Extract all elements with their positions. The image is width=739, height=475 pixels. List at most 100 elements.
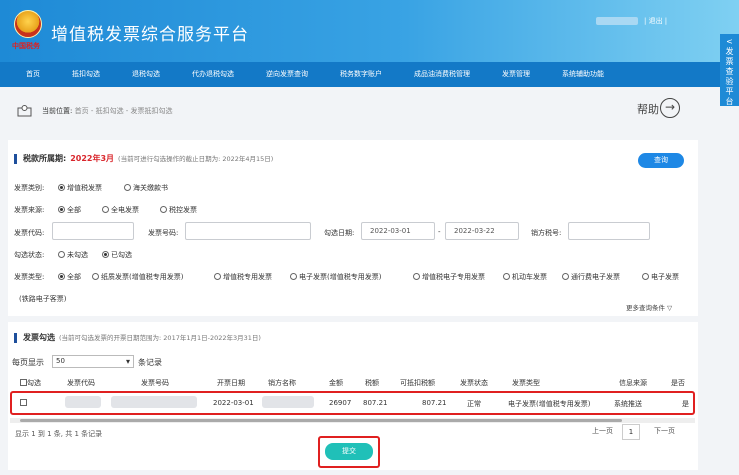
radio-label: 全部: [67, 273, 81, 281]
radio-status-selected[interactable]: 已勾选: [102, 250, 132, 260]
radio-icon[interactable]: [124, 184, 131, 191]
nav-home[interactable]: 首页: [10, 62, 56, 87]
emblem-text: 中国税务: [12, 41, 40, 50]
radio-label: 通行费电子发票: [571, 273, 620, 281]
radio-icon[interactable]: [562, 273, 569, 280]
invoice-code-redacted: [65, 396, 101, 408]
radio-label: 增值税专用发票: [223, 273, 272, 281]
radio-type-all[interactable]: 全部: [58, 272, 81, 282]
selection-hint: (当前可勾选发票的开票日期范围为: 2017年1月1日-2022年3月31日): [59, 334, 261, 342]
seller-tax-id-input[interactable]: [568, 222, 650, 240]
invoice-code-input[interactable]: [52, 222, 134, 240]
nav-tax-digital-account[interactable]: 税务数字账户: [324, 62, 398, 87]
radio-type-vehicle[interactable]: 机动车发票: [503, 272, 547, 282]
column-issue-date: 开票日期: [217, 379, 245, 387]
radio-label: 机动车发票: [512, 273, 547, 281]
radio-status-unselected[interactable]: 未勾选: [58, 250, 88, 260]
nav-refund-select[interactable]: 退税勾选: [116, 62, 176, 87]
date-end-input[interactable]: 2022-03-22: [445, 222, 519, 240]
nav-agent-refund-select[interactable]: 代办退税勾选: [176, 62, 250, 87]
radio-vat-invoice[interactable]: 增值税发票: [58, 183, 102, 193]
invoice-category-label: 发票类别:: [14, 184, 45, 192]
radio-icon[interactable]: [92, 273, 99, 280]
side-float-char: 查: [725, 67, 734, 76]
prev-page-button[interactable]: 上一页: [592, 426, 613, 436]
help-label[interactable]: 帮助: [637, 101, 659, 117]
radio-label: 已勾选: [111, 251, 132, 259]
column-info-source: 信息来源: [619, 379, 647, 387]
nav-invoice-management[interactable]: 发票管理: [486, 62, 546, 87]
location-icon: [17, 105, 32, 117]
radio-label: 全电发票: [111, 206, 139, 214]
radio-type-toll-electronic[interactable]: 通行费电子发票: [562, 272, 620, 282]
column-select[interactable]: 勾选: [20, 378, 41, 388]
tax-period-title: 税款所属期: 2022年3月 (当前可进行勾选操作的截止日期为: 2022年4月15…: [14, 154, 273, 164]
row-checkbox[interactable]: [20, 399, 27, 407]
column-flag: 是否: [671, 379, 685, 387]
invoice-type-overflow: (铁路电子客票): [19, 295, 67, 303]
cell-deductible-tax: 807.21: [422, 399, 447, 407]
next-page-button[interactable]: 下一页: [654, 426, 675, 436]
checkbox-icon[interactable]: [20, 399, 27, 406]
per-page-select[interactable]: 50: [52, 355, 134, 368]
radio-icon[interactable]: [58, 273, 65, 280]
scrollbar-thumb[interactable]: [20, 419, 622, 422]
column-seller-name: 销方名称: [268, 379, 296, 387]
breadcrumb-path[interactable]: 首页 - 抵扣勾选 - 发票抵扣勾选: [75, 107, 173, 115]
tax-period-label: 税款所属期:: [23, 154, 67, 163]
radio-source-full-electronic[interactable]: 全电发票: [102, 205, 139, 215]
radio-label: 未勾选: [67, 251, 88, 259]
column-deductible-tax: 可抵扣税额: [400, 379, 435, 387]
column-invoice-code: 发票代码: [67, 379, 95, 387]
radio-icon[interactable]: [102, 206, 109, 213]
nav-oil-tax[interactable]: 成品油消费税管理: [398, 62, 486, 87]
radio-source-all[interactable]: 全部: [58, 205, 81, 215]
radio-icon[interactable]: [290, 273, 297, 280]
submit-button[interactable]: 提交: [325, 443, 373, 460]
selection-title-text: 发票勾选: [23, 333, 55, 342]
radio-icon[interactable]: [413, 273, 420, 280]
nav-reverse-invoice-query[interactable]: 逆向发票查询: [250, 62, 324, 87]
radio-icon[interactable]: [160, 206, 167, 213]
app-header: 中国税务 增值税发票综合服务平台 | 退出 |: [0, 0, 739, 62]
query-button[interactable]: 查询: [638, 153, 684, 168]
radio-source-tax-control[interactable]: 税控发票: [160, 205, 197, 215]
invoice-number-input[interactable]: [185, 222, 311, 240]
radio-type-electronic-special[interactable]: 电子发票(增值税专用发票): [290, 272, 381, 282]
radio-icon[interactable]: [58, 184, 65, 191]
nav-deduction-select[interactable]: 抵扣勾选: [56, 62, 116, 87]
radio-icon[interactable]: [642, 273, 649, 280]
radio-icon[interactable]: [58, 251, 65, 258]
nav-system-tools[interactable]: 系统辅助功能: [546, 62, 620, 87]
date-separator: -: [438, 228, 441, 236]
tax-period-value: 2022年3月: [70, 154, 115, 163]
cell-flag: 是: [682, 400, 689, 408]
radio-icon[interactable]: [214, 273, 221, 280]
user-name-redacted: [596, 17, 638, 25]
radio-type-vat-special[interactable]: 增值税专用发票: [214, 272, 272, 282]
tax-emblem-icon: [14, 10, 42, 38]
select-all-checkbox[interactable]: [20, 379, 27, 386]
main-nav: 首页 抵扣勾选 退税勾选 代办退税勾选 逆向发票查询 税务数字账户 成品油消费税…: [0, 62, 739, 87]
radio-icon[interactable]: [503, 273, 510, 280]
radio-icon[interactable]: [58, 206, 65, 213]
radio-icon[interactable]: [102, 251, 109, 258]
radio-type-paper-special[interactable]: 纸质发票(增值税专用发票): [92, 272, 183, 282]
date-start-input[interactable]: 2022-03-01: [361, 222, 435, 240]
logout-link[interactable]: | 退出 |: [644, 16, 667, 26]
side-float-arrow: <: [726, 37, 733, 46]
breadcrumb: 当前位置: 首页 - 抵扣勾选 - 发票抵扣勾选: [42, 106, 173, 116]
more-query-conditions[interactable]: 更多查询条件 ▽: [626, 302, 672, 312]
invoice-number-redacted: [111, 396, 197, 408]
column-invoice-type: 发票类型: [512, 379, 540, 387]
select-date-label: 勾选日期:: [324, 229, 355, 237]
radio-type-vat-electronic-special[interactable]: 增值税电子专用发票: [413, 272, 485, 282]
radio-customs-payment[interactable]: 海关缴款书: [124, 183, 168, 193]
page-number-button[interactable]: 1: [622, 424, 640, 440]
radio-type-electronic[interactable]: 电子发票: [642, 272, 679, 282]
invoice-number-label: 发票号码:: [148, 229, 179, 237]
help-arrow-icon[interactable]: →: [660, 98, 680, 118]
per-page-label: 每页显示: [12, 358, 44, 367]
seller-tax-id-label: 销方税号:: [531, 229, 562, 237]
breadcrumb-bar: 当前位置: 首页 - 抵扣勾选 - 发票抵扣勾选 帮助 →: [0, 96, 739, 128]
